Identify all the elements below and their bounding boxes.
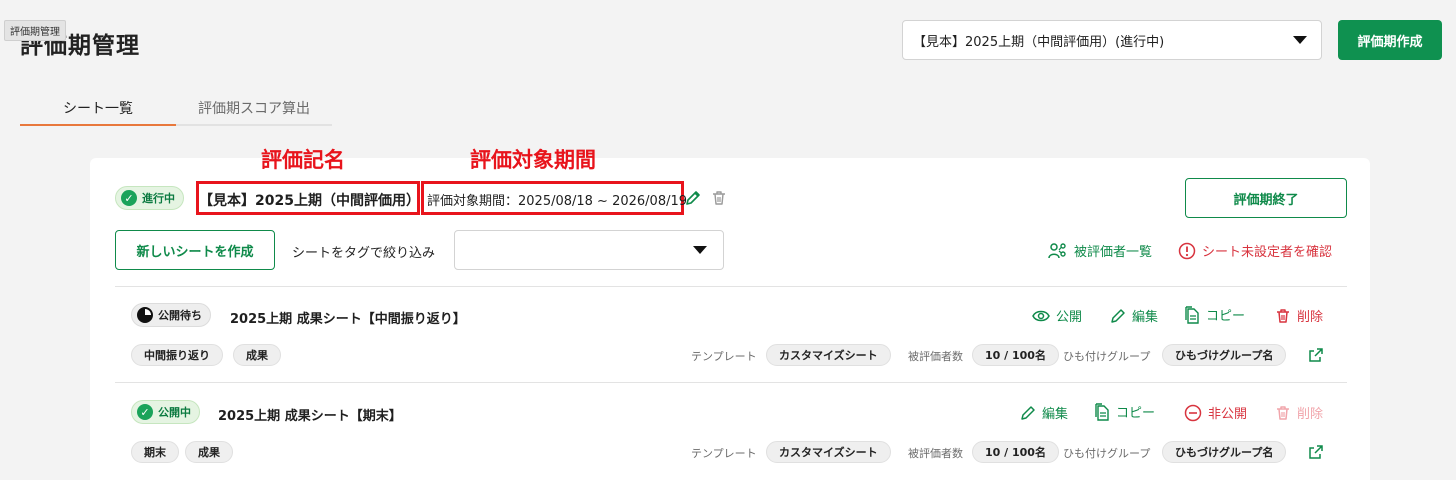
copy-label: コピー bbox=[1116, 406, 1156, 421]
delete-button[interactable]: 削除 bbox=[1275, 306, 1323, 325]
annotation-name-label: 評価記名 bbox=[261, 148, 345, 172]
annotation-period-label: 評価対象期間 bbox=[470, 148, 596, 172]
tooltip: 評価期管理 bbox=[4, 20, 66, 41]
sheet-status-label: 公開待ち bbox=[158, 309, 202, 322]
period-select[interactable]: 【見本】2025上期（中間評価用）(進行中) bbox=[902, 20, 1322, 60]
sheet-tag: 成果 bbox=[185, 441, 233, 463]
unset-evaluatees-label: シート未設定者を確認 bbox=[1202, 245, 1333, 260]
unpublish-label: 非公開 bbox=[1208, 407, 1248, 422]
evaluatees-link-label: 被評価者一覧 bbox=[1074, 245, 1153, 260]
delete-button-disabled: 削除 bbox=[1275, 403, 1323, 422]
divider bbox=[115, 382, 1347, 383]
divider bbox=[115, 286, 1347, 287]
delete-label: 削除 bbox=[1297, 407, 1324, 422]
template-label: テンプレート bbox=[691, 350, 757, 363]
linked-group-label: ひも付けグループ bbox=[1063, 350, 1151, 363]
trash-icon bbox=[1277, 405, 1289, 420]
period-range: 評価対象期間：2025/08/18 ~ 2026/08/19 bbox=[427, 194, 688, 209]
template-chip: カスタマイズシート bbox=[766, 441, 891, 463]
copy-icon bbox=[1095, 402, 1109, 421]
unset-evaluatees-link[interactable]: シート未設定者を確認 bbox=[1178, 241, 1332, 260]
linked-group-chip: ひもづけグループ名 bbox=[1162, 344, 1287, 366]
copy-button[interactable]: コピー bbox=[1094, 402, 1155, 421]
sheet-tag: 成果 bbox=[233, 344, 281, 366]
pie-progress-icon bbox=[137, 307, 153, 323]
edit-button[interactable]: 編集 bbox=[1020, 403, 1068, 422]
sheet-status-badge: 公開待ち bbox=[131, 303, 211, 327]
edit-label: 編集 bbox=[1042, 407, 1069, 422]
copy-icon bbox=[1185, 305, 1199, 324]
evaluatees-link[interactable]: 被評価者一覧 bbox=[1048, 241, 1152, 260]
tag-filter-select[interactable] bbox=[454, 230, 724, 270]
external-link-icon[interactable] bbox=[1307, 346, 1325, 364]
status-badge: ✓ 進行中 bbox=[115, 186, 184, 210]
eye-icon bbox=[1032, 310, 1050, 321]
tab-bar: シート一覧 評価期スコア算出 bbox=[20, 90, 332, 126]
sheet-tag: 中間振り返り bbox=[131, 344, 223, 366]
new-sheet-button[interactable]: 新しいシートを作成 bbox=[115, 230, 275, 270]
external-link-icon[interactable] bbox=[1307, 443, 1325, 461]
people-icon bbox=[1048, 242, 1066, 258]
alert-circle-icon bbox=[1178, 242, 1196, 259]
minus-circle-icon bbox=[1184, 404, 1202, 421]
copy-button[interactable]: コピー bbox=[1184, 305, 1245, 324]
sheet-status-badge: ✓ 公開中 bbox=[131, 400, 200, 424]
trash-icon[interactable] bbox=[710, 189, 728, 207]
sheet-title[interactable]: 2025上期 成果シート【中間振り返り】 bbox=[230, 308, 466, 327]
unpublish-button[interactable]: 非公開 bbox=[1184, 403, 1247, 422]
period-select-value: 【見本】2025上期（中間評価用）(進行中) bbox=[913, 34, 1165, 50]
pencil-icon[interactable] bbox=[684, 189, 702, 207]
end-period-button[interactable]: 評価期終了 bbox=[1185, 178, 1347, 218]
copy-label: コピー bbox=[1206, 309, 1246, 324]
delete-label: 削除 bbox=[1297, 310, 1324, 325]
status-badge-label: 進行中 bbox=[142, 192, 175, 205]
tab-sheet-list[interactable]: シート一覧 bbox=[20, 90, 176, 126]
publish-label: 公開 bbox=[1056, 310, 1083, 325]
caret-down-icon bbox=[693, 246, 707, 254]
linked-group-label: ひも付けグループ bbox=[1063, 447, 1151, 460]
linked-group-chip: ひもづけグループ名 bbox=[1162, 441, 1287, 463]
check-circle-icon: ✓ bbox=[137, 404, 153, 420]
edit-button[interactable]: 編集 bbox=[1110, 306, 1158, 325]
sheet-status-label: 公開中 bbox=[158, 406, 191, 419]
pencil-icon bbox=[1111, 308, 1125, 323]
evaluatee-count-label: 被評価者数 bbox=[908, 447, 963, 460]
tab-score-calc[interactable]: 評価期スコア算出 bbox=[176, 90, 332, 126]
edit-label: 編集 bbox=[1132, 310, 1159, 325]
sheet-title[interactable]: 2025上期 成果シート【期末】 bbox=[218, 405, 402, 424]
template-chip: カスタマイズシート bbox=[766, 344, 891, 366]
tag-filter-label: シートをタグで絞り込み bbox=[292, 246, 436, 261]
trash-icon bbox=[1277, 308, 1289, 323]
pencil-icon bbox=[1021, 405, 1035, 420]
sheet-tag: 期末 bbox=[131, 441, 179, 463]
check-circle-icon: ✓ bbox=[121, 190, 137, 206]
caret-down-icon bbox=[1293, 36, 1307, 44]
period-name: 【見本】2025上期（中間評価用） bbox=[199, 193, 417, 209]
template-label: テンプレート bbox=[691, 447, 757, 460]
evaluatee-count-label: 被評価者数 bbox=[908, 350, 963, 363]
publish-button[interactable]: 公開 bbox=[1032, 306, 1082, 325]
evaluatee-count-chip: 10 / 100名 bbox=[972, 344, 1059, 366]
evaluatee-count-chip: 10 / 100名 bbox=[972, 441, 1059, 463]
create-period-button[interactable]: 評価期作成 bbox=[1338, 20, 1442, 60]
